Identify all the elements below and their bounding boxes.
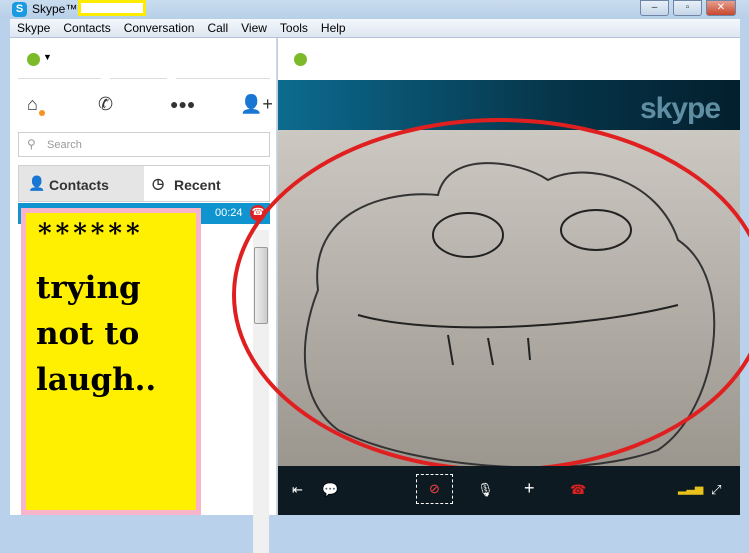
sticky-note-overlay: ****** trying not to laugh.. — [21, 208, 201, 515]
call-duration: 00:24 — [215, 207, 243, 219]
maximize-button[interactable]: ▫ — [673, 0, 702, 16]
drawing-sketch — [303, 162, 716, 466]
clock-icon: ◷ — [152, 175, 165, 191]
menu-tools[interactable]: Tools — [273, 19, 314, 35]
note-stars: ****** — [38, 219, 144, 249]
tab-recent[interactable]: ◷ Recent — [144, 166, 269, 201]
menu-bar: Skype Contacts Conversation Call View Tools He… — [10, 19, 740, 38]
skype-logo-icon: S — [12, 2, 27, 17]
chat-icon[interactable]: 💬 — [322, 482, 338, 498]
video-feed: skype — [278, 80, 740, 466]
status-online-icon[interactable] — [27, 53, 40, 66]
minimize-button[interactable]: – — [640, 0, 669, 16]
fullscreen-icon[interactable]: ⤢ — [711, 482, 721, 498]
menu-skype[interactable]: Skype — [10, 19, 56, 35]
menu-view[interactable]: View — [234, 19, 273, 35]
scrollbar-thumb[interactable] — [254, 247, 268, 324]
tab-recent-label: Recent — [174, 177, 221, 193]
menu-contacts[interactable]: Contacts — [56, 19, 116, 35]
add-contact-icon[interactable]: 👤+ — [240, 94, 273, 115]
note-line: trying — [36, 270, 141, 306]
contacts-scrollbar[interactable] — [253, 230, 269, 553]
menu-call[interactable]: Call — [200, 19, 234, 35]
note-line: laugh.. — [36, 362, 157, 398]
phone-icon[interactable]: ✆ — [98, 94, 113, 115]
tab-contacts-label: Contacts — [49, 177, 109, 193]
status-dropdown-icon[interactable]: ▼ — [43, 52, 52, 62]
tab-contacts[interactable]: 👤 Contacts — [19, 166, 144, 201]
note-line: not to — [36, 316, 140, 352]
menu-conversation[interactable]: Conversation — [117, 19, 201, 35]
call-controls-bar: ⇤ 💬 ⊘ 🎙 + ☎ ▂▃▅ ⤢ — [278, 466, 740, 515]
signal-strength-icon: ▂▃▅ — [678, 483, 704, 495]
tab-bar: 👤 Contacts ◷ Recent — [18, 165, 270, 202]
title-bar: S Skype™ - – ▫ ✕ — [0, 0, 749, 19]
contact-status-icon — [294, 53, 307, 66]
close-button[interactable]: ✕ — [706, 0, 736, 16]
search-input[interactable]: ⚲ Search — [18, 132, 270, 157]
notification-dot — [39, 110, 45, 116]
end-call-icon[interactable]: ☎ — [570, 482, 586, 498]
video-off-button[interactable]: ⊘ — [416, 474, 453, 504]
group-icon[interactable]: ●●● — [170, 96, 195, 112]
add-icon[interactable]: + — [524, 478, 535, 499]
home-icon[interactable]: ⌂ — [27, 94, 38, 115]
redacted-name — [78, 0, 146, 16]
menu-help[interactable]: Help — [314, 19, 352, 35]
person-icon: 👤 — [28, 175, 46, 191]
hang-up-icon[interactable]: ☎ — [250, 205, 266, 221]
window-title: Skype™ - — [32, 2, 85, 16]
microphone-icon[interactable]: 🎙 — [477, 482, 494, 498]
exit-fullscreen-icon[interactable]: ⇤ — [292, 482, 303, 498]
search-icon: ⚲ — [27, 137, 36, 151]
search-placeholder: Search — [47, 139, 82, 151]
